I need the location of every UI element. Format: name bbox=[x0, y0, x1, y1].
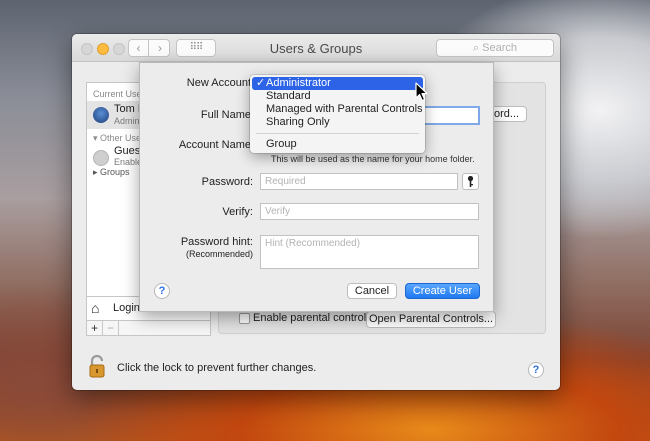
menu-item-sharing-only[interactable]: Sharing Only bbox=[250, 116, 425, 129]
verify-label: Verify: bbox=[222, 206, 253, 218]
avatar bbox=[93, 107, 109, 123]
help-button[interactable]: ? bbox=[528, 362, 544, 378]
menu-item-standard[interactable]: Standard bbox=[250, 90, 425, 103]
mouse-cursor-icon bbox=[415, 82, 428, 102]
guest-avatar bbox=[93, 150, 109, 166]
create-user-button[interactable]: Create User bbox=[405, 283, 480, 299]
full-name-label: Full Name bbox=[200, 109, 251, 121]
house-icon: ⌂ bbox=[91, 300, 100, 316]
disclosure-down-icon[interactable]: ▾ bbox=[93, 133, 100, 143]
password-hint-label: Password hint: bbox=[180, 236, 253, 248]
checkmark-icon: ✓ bbox=[256, 77, 266, 89]
login-options-label: Login bbox=[113, 302, 140, 314]
sheet-help-button[interactable]: ? bbox=[154, 283, 170, 299]
password-hint-sublabel: (Recommended) bbox=[185, 249, 253, 259]
menu-separator bbox=[256, 133, 419, 134]
search-icon: ⌕ bbox=[472, 42, 483, 54]
search-field[interactable]: ⌕ Search bbox=[436, 39, 554, 57]
disclosure-right-icon: ▸ bbox=[93, 167, 101, 177]
password-hint-field[interactable]: Hint (Recommended) bbox=[260, 235, 479, 269]
menu-item-administrator[interactable]: ✓ Administrator bbox=[252, 77, 423, 90]
full-name-field[interactable] bbox=[423, 106, 480, 125]
current-users-header: Current Use bbox=[93, 89, 142, 99]
account-name-hint: This will be used as the name for your h… bbox=[271, 154, 475, 164]
account-type-menu: ✓ Administrator Standard Managed with Pa… bbox=[250, 75, 425, 153]
title-bar: ‹ › ⠿⠿ Users & Groups ⌕ Search bbox=[72, 34, 560, 62]
cancel-button[interactable]: Cancel bbox=[347, 283, 397, 299]
add-user-button[interactable]: + bbox=[87, 321, 103, 335]
current-user-role: Admin bbox=[114, 116, 140, 126]
lock-open-icon[interactable] bbox=[88, 354, 108, 378]
open-parental-controls-button[interactable]: Open Parental Controls... bbox=[366, 311, 496, 328]
lock-message: Click the lock to prevent further change… bbox=[117, 362, 317, 374]
groups-row[interactable]: ▸ Groups bbox=[93, 167, 130, 178]
remove-user-button[interactable]: − bbox=[103, 321, 119, 335]
menu-item-managed[interactable]: Managed with Parental Controls bbox=[250, 103, 425, 116]
search-placeholder: Search bbox=[482, 42, 518, 54]
guest-status: Enable bbox=[114, 157, 143, 167]
key-icon bbox=[467, 175, 474, 187]
parental-controls-checkbox[interactable] bbox=[239, 313, 250, 324]
password-label: Password: bbox=[201, 176, 253, 188]
password-assistant-button[interactable] bbox=[462, 173, 479, 190]
password-field[interactable]: Required bbox=[260, 173, 458, 190]
parental-controls-label: Enable parental controls bbox=[253, 312, 372, 324]
verify-field[interactable]: Verify bbox=[260, 203, 479, 220]
guest-name: Gues bbox=[114, 145, 141, 157]
new-account-label: New Account bbox=[186, 77, 251, 89]
account-name-label: Account Name bbox=[178, 139, 251, 151]
menu-item-group[interactable]: Group bbox=[250, 138, 425, 151]
add-remove-bar: + − bbox=[86, 320, 211, 336]
other-users-header: ▾ Other Use bbox=[93, 133, 142, 143]
